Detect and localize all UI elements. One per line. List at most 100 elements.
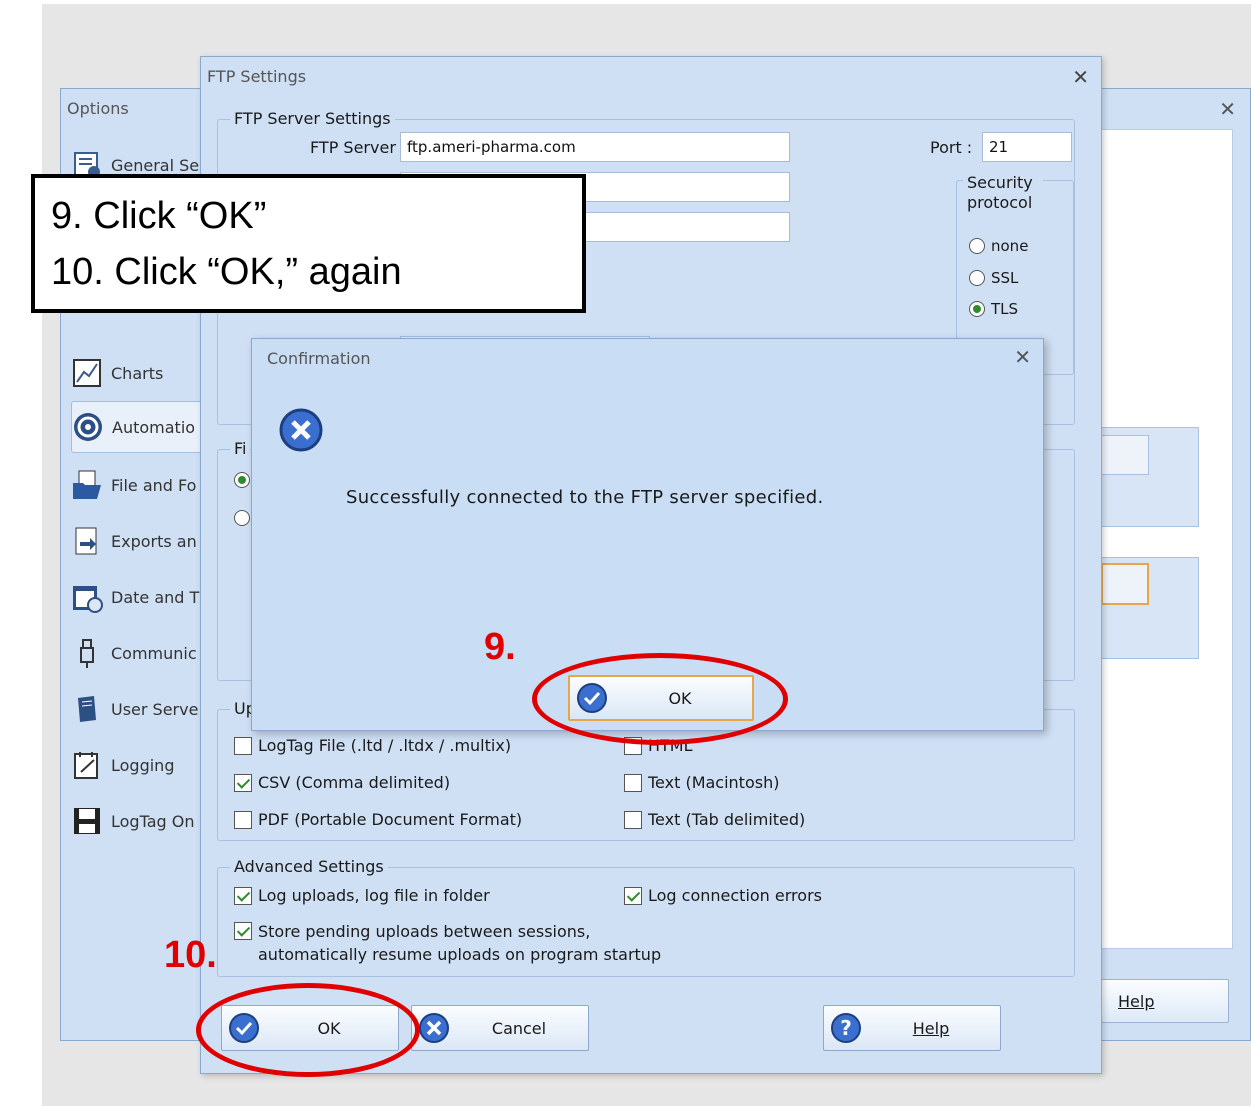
filetype-text-tab[interactable]: Text (Tab delimited) [624,810,805,829]
radio-button[interactable] [969,301,985,317]
sidebar-item-communication[interactable]: Communic [71,627,211,679]
sidebar-item-user-server[interactable]: User Serve [71,683,211,735]
sidebar-item-exports[interactable]: Exports an [71,515,211,567]
checkbox[interactable] [234,922,252,940]
file-folder-icon [71,469,103,501]
communication-icon [71,637,103,669]
checkbox[interactable] [234,886,252,905]
cancel-label: Cancel [491,1018,547,1038]
checkbox-label: Store pending uploads between sessions, [258,922,591,941]
help-label: Help [912,1018,950,1038]
instruction-callout: 9. Click “OK” 10. Click “OK,” again [31,174,586,313]
automation-icon [72,411,104,443]
security-option-ssl[interactable]: SSL [969,269,1018,287]
confirmation-title: Confirmation [267,349,371,368]
sidebar-item-label: Logging [111,755,175,775]
radio-label: TLS [991,300,1019,318]
group-legend: Fi [230,439,251,458]
radio-label: none [991,237,1029,255]
sidebar-item-file-folders[interactable]: File and Fo [71,459,211,511]
step-9-highlight-ring [532,653,788,745]
callout-line-1: 9. Click “OK” [51,195,267,237]
logtag-online-icon [71,805,103,837]
checkbox-label: Log uploads, log file in folder [258,886,490,905]
sidebar-item-charts[interactable]: Charts [71,347,211,399]
file-option-radio-1[interactable] [234,472,250,488]
options-close-icon[interactable]: ✕ [1219,97,1236,121]
group-legend: FTP Server Settings [230,109,395,128]
checkbox-label: Text (Macintosh) [648,773,780,792]
ftp-server-input[interactable] [400,132,790,162]
checkbox-label: CSV (Comma delimited) [258,773,451,792]
ftp-close-icon[interactable]: ✕ [1072,65,1089,89]
checkbox[interactable] [624,886,642,905]
sidebar-item-label: Charts [111,363,164,383]
sidebar-item-label: Date and T [111,587,200,607]
group-legend: Advanced Settings [230,857,388,876]
security-option-none[interactable]: none [969,237,1028,255]
sidebar-item-label: Exports an [111,531,197,551]
options-content-panel [1101,129,1233,949]
security-option-tls[interactable]: TLS [969,300,1018,318]
svg-text:?: ? [840,1016,852,1040]
charts-icon [71,357,103,389]
advanced-log-uploads[interactable]: Log uploads, log file in folder [234,886,490,905]
radio-button[interactable] [969,238,985,254]
ftp-window-title: FTP Settings [207,67,307,86]
logging-icon [71,749,103,781]
filetype-logtag[interactable]: LogTag File (.ltd / .ltdx / .multix) [234,736,511,755]
security-protocol-legend: Security protocol [963,173,1043,213]
options-panel-button-2[interactable] [1101,563,1149,605]
port-input[interactable] [982,132,1072,162]
callout-line-2: 10. Click “OK,” again [51,251,402,293]
checkbox-label: LogTag File (.ltd / .ltdx / .multix) [258,736,512,755]
checkbox[interactable] [624,810,642,829]
radio-button[interactable] [234,510,250,526]
options-help-button[interactable]: Help [1101,979,1229,1023]
error-icon [279,408,323,452]
sidebar-item-label: Automatio [112,417,196,437]
checkbox-label-line2: automatically resume uploads on program … [258,945,662,964]
sidebar-item-label: User Serve [111,699,199,719]
checkbox[interactable] [234,773,252,792]
filetype-csv[interactable]: CSV (Comma delimited) [234,773,450,792]
checkbox[interactable] [624,773,642,792]
checkbox-label-group: Store pending uploads between sessions, … [258,920,661,966]
checkbox[interactable] [234,736,252,755]
sidebar-item-label: Communic [111,643,197,663]
file-option-radio-2[interactable] [234,510,250,526]
help-icon: ? [831,1013,861,1043]
sidebar-item-logtag-online[interactable]: LogTag On [71,795,211,847]
filetype-text-mac[interactable]: Text (Macintosh) [624,773,779,792]
step-9-label: 9. [484,626,516,668]
step-10-highlight-ring [196,983,420,1077]
advanced-store-pending[interactable]: Store pending uploads between sessions, … [234,920,661,966]
advanced-log-errors[interactable]: Log connection errors [624,886,822,905]
confirmation-close-icon[interactable]: ✕ [1014,345,1031,369]
filetype-pdf[interactable]: PDF (Portable Document Format) [234,810,522,829]
sidebar-item-date-time[interactable]: Date and T [71,571,211,623]
confirmation-message: Successfully connected to the FTP server… [346,487,824,508]
radio-button[interactable] [234,472,250,488]
advanced-settings-group: Advanced Settings Log uploads, log file … [217,857,1075,977]
exports-icon [71,525,103,557]
port-label: Port : [930,138,973,157]
cancel-icon [419,1013,449,1043]
user-server-icon [71,693,103,725]
checkbox-label: Text (Tab delimited) [648,810,806,829]
ftp-cancel-button[interactable]: Cancel [411,1005,589,1051]
checkbox-label: PDF (Portable Document Format) [258,810,523,829]
sidebar-item-label: General Se [111,155,200,175]
sidebar-item-automation[interactable]: Automatio [71,401,211,453]
help-button-label: Help [1118,991,1155,1011]
options-window-title: Options [67,99,129,118]
radio-label: SSL [991,269,1019,287]
options-panel-button-1[interactable] [1101,435,1149,475]
radio-button[interactable] [969,270,985,286]
date-time-icon [71,581,103,613]
ftp-server-label: FTP Server [310,138,396,157]
ftp-help-button[interactable]: ? Help [823,1005,1001,1051]
step-10-label: 10. [164,934,217,976]
sidebar-item-logging[interactable]: Logging [71,739,211,791]
checkbox[interactable] [234,810,252,829]
